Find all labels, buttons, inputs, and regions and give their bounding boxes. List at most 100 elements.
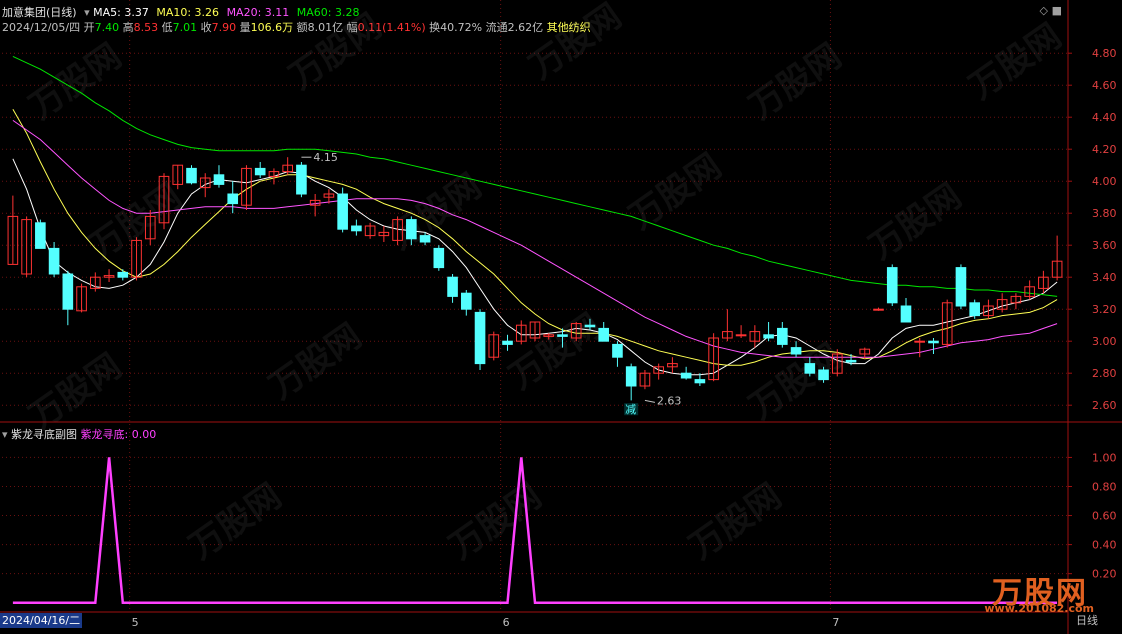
candle-body: [447, 276, 458, 297]
candle-body: [818, 369, 829, 381]
candle-body: [186, 167, 197, 184]
y-tick-label: 3.60: [1092, 239, 1117, 252]
watermark-text: 万股网: [442, 476, 548, 567]
watermark-text: 万股网: [862, 176, 968, 267]
y-tick-label: 3.20: [1092, 303, 1117, 316]
candle-body: [557, 334, 568, 337]
candle-body: [406, 219, 417, 240]
watermark-text: 万股网: [962, 16, 1068, 107]
candle-body: [694, 379, 706, 384]
watermark-text: 万股网: [182, 476, 288, 567]
candle-body: [433, 247, 445, 269]
candle-up: [103, 269, 115, 282]
watermark-text: 万股网: [82, 176, 188, 267]
candle-body: [62, 273, 74, 310]
watermark-text: 万股网: [262, 316, 368, 407]
candle-up: [1051, 235, 1063, 281]
x-tick-label: 6: [503, 616, 510, 629]
candle-down: [969, 299, 980, 319]
candle-body: [584, 324, 596, 328]
candle-down: [433, 245, 445, 271]
candle-body: [612, 343, 623, 358]
candle-down: [680, 366, 692, 380]
candle-up: [873, 307, 884, 311]
candle-body: [598, 327, 610, 342]
candle-down: [502, 334, 513, 351]
candle-up: [1024, 280, 1035, 300]
candle-down: [48, 242, 60, 278]
candle-body: [48, 247, 60, 275]
sub-y-tick-label: 0.40: [1092, 539, 1117, 552]
signal-marker: 减: [625, 403, 636, 416]
candle-body: [873, 308, 884, 311]
y-tick-label: 3.80: [1092, 207, 1117, 220]
sub-y-tick-label: 0.20: [1092, 568, 1117, 581]
y-tick-label: 2.60: [1092, 399, 1117, 412]
candle-body: [35, 222, 46, 249]
candle-body: [419, 235, 431, 243]
candle-down: [763, 322, 774, 342]
candle-down: [900, 298, 912, 323]
candle-body: [914, 340, 926, 343]
candle-down: [227, 181, 239, 214]
price-annotation: 4.15: [313, 151, 338, 164]
candle-up: [941, 299, 953, 348]
candle-down: [474, 309, 486, 370]
y-tick-label: 4.40: [1092, 111, 1117, 124]
candle-down: [62, 270, 74, 326]
watermark-text: 万股网: [742, 36, 848, 127]
annotation-leader: [644, 399, 656, 403]
sub-chart-layer: [12, 457, 1058, 604]
candle-up: [735, 325, 747, 338]
sub-y-tick-label: 0.80: [1092, 480, 1117, 493]
candle-body: [117, 271, 129, 278]
candle-up: [172, 164, 184, 190]
candle-up: [914, 338, 926, 358]
candle-up: [76, 283, 87, 313]
y-tick-label: 4.00: [1092, 175, 1117, 188]
candle-down: [928, 338, 939, 354]
candle-down: [296, 162, 307, 198]
candle-down: [35, 219, 46, 249]
watermark-text: 万股网: [502, 306, 608, 397]
watermark-layer: 万股网 万股网 万股网 万股网 万股网万股网 万股网 万股网 万股网万股网 万股网 万股网 万股网万…: [22, 0, 1068, 567]
ma-line-ma60: [12, 55, 1058, 297]
x-tick-label: 5: [132, 616, 139, 629]
candle-body: [625, 366, 637, 387]
candle-down: [886, 264, 898, 306]
candle-down: [337, 187, 348, 233]
candle-body: [502, 340, 513, 345]
candle-body: [900, 305, 912, 323]
candle-down: [186, 165, 197, 185]
candle-body: [735, 334, 747, 337]
candle-up: [199, 173, 211, 198]
candle-down: [213, 165, 225, 188]
candle-up: [90, 272, 101, 292]
sub-y-tick-label: 1.00: [1092, 451, 1117, 464]
candle-up: [21, 216, 32, 278]
watermark-text: 万股网: [522, 0, 628, 87]
candle-body: [969, 302, 980, 317]
candle-body: [254, 167, 266, 176]
candle-up: [529, 321, 541, 342]
candle-up: [7, 195, 19, 265]
candle-body: [337, 193, 348, 230]
chart-canvas[interactable]: 万股网 万股网 万股网 万股网 万股网万股网 万股网 万股网 万股网万股网 万股网 万股网 万股网万…: [0, 0, 1122, 634]
candle-body: [928, 340, 939, 344]
y-tick-label: 4.20: [1092, 143, 1117, 156]
candle-body: [886, 267, 898, 304]
candle-down: [625, 363, 637, 401]
y-tick-label: 4.80: [1092, 47, 1117, 60]
candle-down: [117, 269, 129, 281]
candle-up: [488, 331, 500, 361]
y-tick-label: 3.40: [1092, 271, 1117, 284]
candle-body: [460, 292, 472, 310]
candle-down: [351, 219, 362, 236]
candle-up: [667, 357, 678, 374]
candle-body: [227, 193, 239, 205]
candle-body: [845, 359, 857, 363]
candle-up: [1010, 293, 1022, 310]
candle-up: [364, 222, 376, 239]
watermark-text: 万股网: [682, 476, 788, 567]
candle-body: [790, 347, 802, 355]
